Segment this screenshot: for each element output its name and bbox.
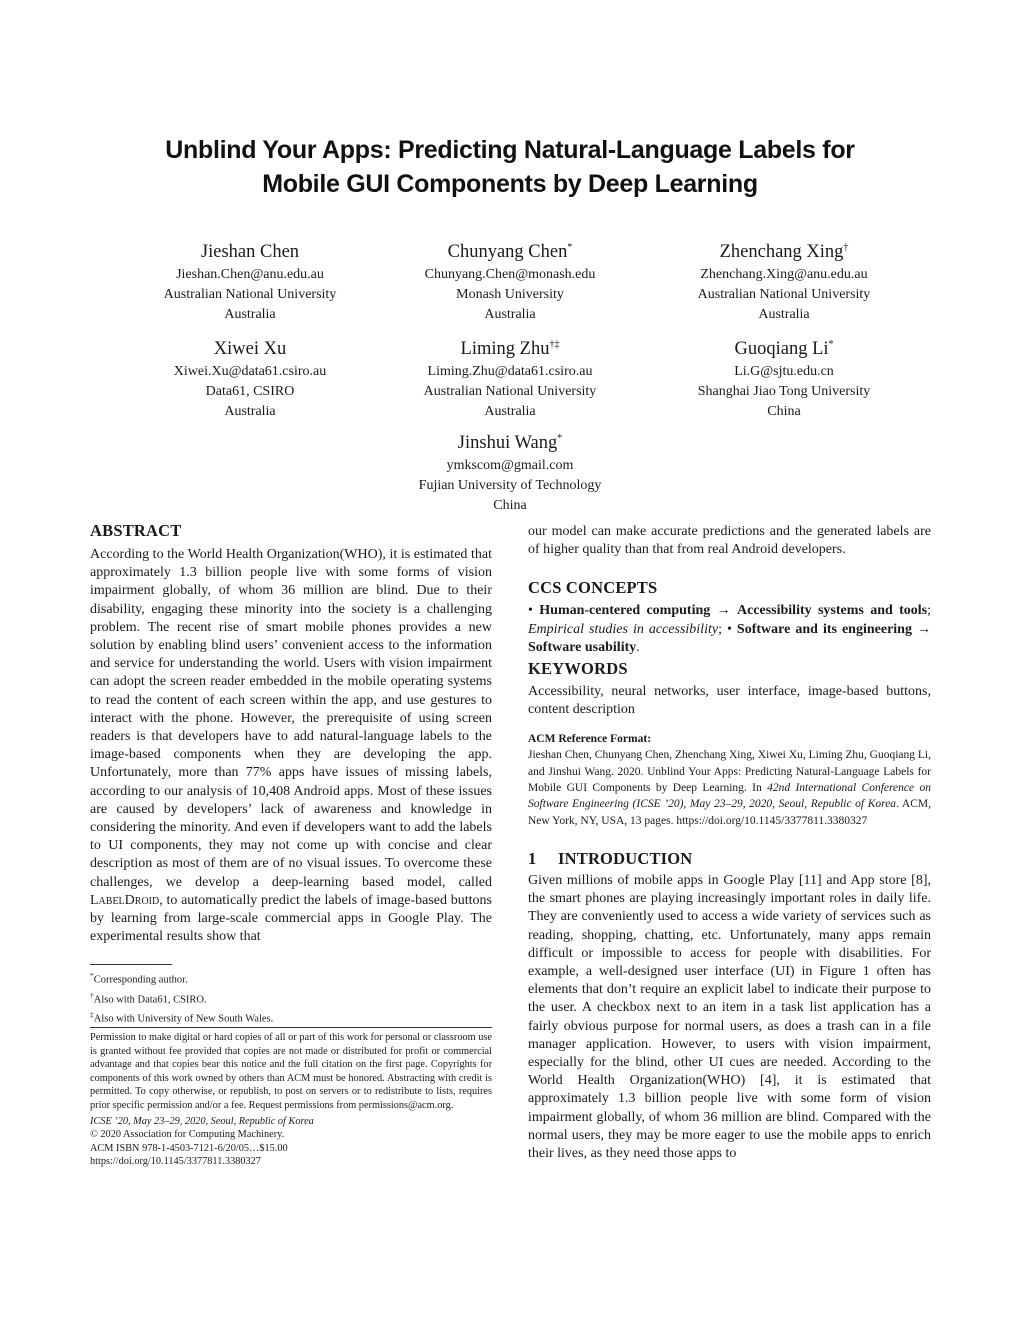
reference-format-heading: ACM Reference Format: <box>528 733 652 746</box>
copyright: © 2020 Association for Computing Machine… <box>90 1129 285 1141</box>
keywords-text: Accessibility, neural networks, user int… <box>528 684 931 718</box>
author-email[interactable]: Jieshan.Chen@anu.edu.au <box>120 265 380 285</box>
author-mark: * <box>828 338 834 350</box>
footnote: ‡Also with University of New South Wales… <box>90 1010 274 1025</box>
author-country: Australia <box>484 307 536 322</box>
isbn: ACM ISBN 978-1-4503-7121-6/20/05…$15.00 <box>90 1142 288 1154</box>
author-affiliation: Australian National University <box>697 287 871 302</box>
author-name: Xiwei Xu <box>213 339 287 359</box>
author-affiliation: Australian National University <box>423 384 597 399</box>
abstract-section: ABSTRACT According to the World Health O… <box>90 521 492 946</box>
author-email[interactable]: Chunyang.Chen@monash.edu <box>380 265 640 285</box>
author-mark: †‡ <box>549 338 560 350</box>
author-mark: * <box>567 241 573 253</box>
author-name: Jieshan Chen <box>200 242 300 262</box>
author-country: Australia <box>224 307 276 322</box>
author-name: Jinshui Wang <box>457 433 558 453</box>
author-country: Australia <box>758 307 810 322</box>
author-name: Guoqiang Li <box>734 339 829 359</box>
author-mark: † <box>843 241 849 253</box>
paper-title: Unblind Your Apps: Predicting Natural-La… <box>0 133 1020 201</box>
author-email[interactable]: Zhenchang.Xing@anu.edu.au <box>654 265 914 285</box>
abstract-heading: ABSTRACT <box>90 521 182 540</box>
permission-block: Permission to make digital or hard copie… <box>90 1031 492 1169</box>
author-name: Chunyang Chen <box>447 242 568 262</box>
author-block: Liming Zhu†‡ Liming.Zhu@data61.csiro.au … <box>380 336 640 422</box>
author-country: Australia <box>484 404 536 419</box>
author-block: Jinshui Wang* ymkscom@gmail.com Fujian U… <box>380 430 640 516</box>
author-block: Zhenchang Xing† Zhenchang.Xing@anu.edu.a… <box>654 239 914 325</box>
section-number: 1 <box>528 848 537 868</box>
author-email[interactable]: ymkscom@gmail.com <box>380 456 640 476</box>
footnotes: *Corresponding author. †Also with Data61… <box>90 968 492 1027</box>
doi-link[interactable]: https://doi.org/10.1145/3377811.3380327 <box>90 1155 492 1169</box>
ccs-heading: CCS CONCEPTS <box>528 578 658 598</box>
abstract-text: According to the World Health Organizati… <box>90 547 492 945</box>
author-affiliation: Fujian University of Technology <box>418 478 602 493</box>
author-email[interactable]: Liming.Zhu@data61.csiro.au <box>380 362 640 382</box>
author-affiliation: Monash University <box>456 287 564 302</box>
author-affiliation: Shanghai Jiao Tong University <box>697 384 871 399</box>
right-column: our model can make accurate predictions … <box>528 523 931 1163</box>
permission-text: Permission to make digital or hard copie… <box>90 1032 492 1111</box>
venue: ICSE ’20, May 23–29, 2020, Seoul, Republ… <box>90 1115 314 1127</box>
author-name: Zhenchang Xing <box>719 242 844 262</box>
permission-rule <box>90 1027 492 1028</box>
author-block: Jieshan Chen Jieshan.Chen@anu.edu.au Aus… <box>120 239 380 325</box>
author-country: China <box>767 404 801 419</box>
introduction-text: Given millions of mobile apps in Google … <box>528 872 931 1161</box>
author-mark: * <box>557 432 563 444</box>
author-block: Xiwei Xu Xiwei.Xu@data61.csiro.au Data61… <box>120 336 380 422</box>
author-block: Chunyang Chen* Chunyang.Chen@monash.edu … <box>380 239 640 325</box>
footnote: †Also with Data61, CSIRO. <box>90 990 207 1006</box>
author-name: Liming Zhu <box>460 339 550 359</box>
footnote: *Corresponding author. <box>90 971 188 986</box>
author-block: Guoqiang Li* Li.G@sjtu.edu.cn Shanghai J… <box>654 336 914 422</box>
title-line-1: Unblind Your Apps: Predicting Natural-La… <box>165 136 855 164</box>
footnote-rule <box>90 964 172 965</box>
reference-format-text: Jieshan Chen, Chunyang Chen, Zhenchang X… <box>528 749 931 827</box>
author-country: Australia <box>224 404 276 419</box>
model-name: LabelDroid <box>90 892 160 908</box>
title-line-2: Mobile GUI Components by Deep Learning <box>262 170 758 198</box>
author-email[interactable]: Xiwei.Xu@data61.csiro.au <box>120 362 380 382</box>
author-country: China <box>493 498 527 513</box>
author-affiliation: Data61, CSIRO <box>205 384 295 399</box>
ccs-concepts: • Human-centered computing → Accessibili… <box>528 603 932 655</box>
author-affiliation: Australian National University <box>163 287 337 302</box>
author-email[interactable]: Li.G@sjtu.edu.cn <box>654 362 914 382</box>
introduction-heading: 1 INTRODUCTION <box>528 848 693 868</box>
keywords-heading: KEYWORDS <box>528 659 628 679</box>
abstract-continuation: our model can make accurate predictions … <box>528 524 931 558</box>
